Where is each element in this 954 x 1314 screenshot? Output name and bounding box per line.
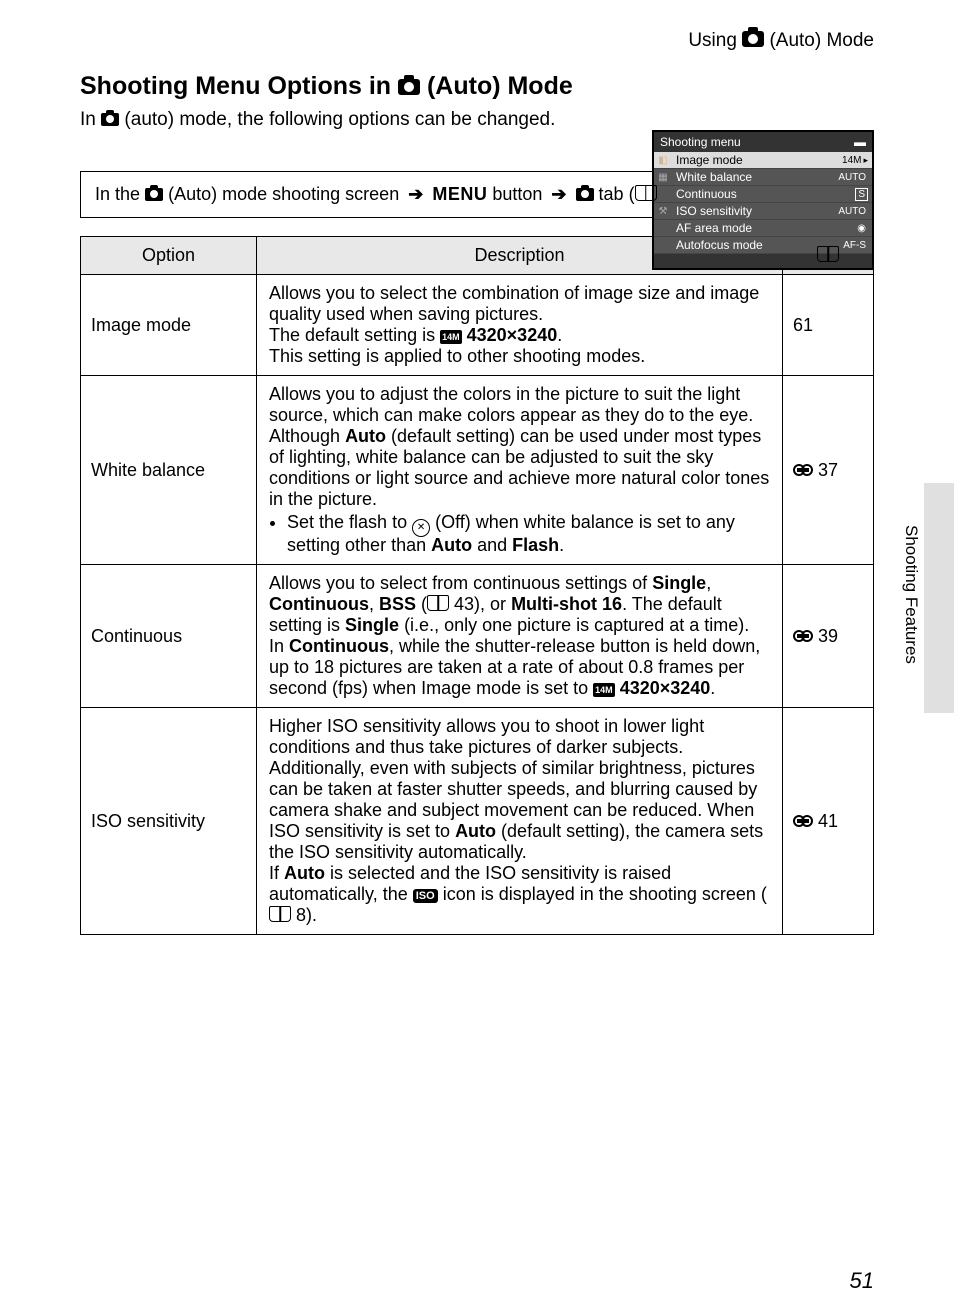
option-desc: Allows you to adjust the colors in the p… bbox=[257, 376, 783, 565]
camera-icon bbox=[576, 188, 594, 201]
table-row: Continuous Allows you to select from con… bbox=[81, 565, 874, 708]
lcd-row: ▦ White balance AUTO bbox=[654, 169, 872, 186]
iso-icon: ISO bbox=[413, 889, 438, 903]
table-row: ISO sensitivity Higher ISO sensitivity a… bbox=[81, 708, 874, 935]
option-ref: 41 bbox=[783, 708, 874, 935]
reference-link-icon bbox=[793, 464, 813, 476]
running-header: Using (Auto) Mode bbox=[80, 30, 874, 52]
option-name: White balance bbox=[81, 376, 257, 565]
menu-button-label: MENU bbox=[432, 184, 487, 204]
option-desc: Allows you to select the combination of … bbox=[257, 275, 783, 376]
option-desc: Allows you to select from continuous set… bbox=[257, 565, 783, 708]
option-name: Continuous bbox=[81, 565, 257, 708]
col-option: Option bbox=[81, 237, 257, 275]
reference-link-icon bbox=[793, 815, 813, 827]
camera-icon bbox=[145, 188, 163, 201]
lcd-row: Continuous S bbox=[654, 186, 872, 203]
setup-tab-icon: ⚒ bbox=[654, 206, 672, 217]
intro-text: In (auto) mode, the following options ca… bbox=[80, 109, 560, 131]
option-ref: 61 bbox=[783, 275, 874, 376]
reference-link-icon bbox=[793, 630, 813, 642]
arrow-right-icon: ➔ bbox=[408, 184, 423, 205]
page-ref-icon bbox=[427, 595, 449, 611]
lcd-row: ⚒ ISO sensitivity AUTO bbox=[654, 203, 872, 220]
image-mode-icon: 14M bbox=[440, 330, 462, 344]
lcd-row: AF area mode ◉ bbox=[654, 220, 872, 237]
table-row: Image mode Allows you to select the comb… bbox=[81, 275, 874, 376]
arrow-right-icon: ➔ bbox=[551, 184, 566, 205]
battery-icon: ▬ bbox=[854, 135, 866, 149]
flash-off-icon: ✕ bbox=[412, 519, 430, 537]
page-ref-icon bbox=[817, 246, 839, 262]
lcd-row: Autofocus mode AF-S bbox=[654, 237, 872, 254]
camera-icon bbox=[398, 79, 420, 95]
page-ref-icon bbox=[269, 906, 291, 922]
option-name: ISO sensitivity bbox=[81, 708, 257, 935]
movie-tab-icon: ▦ bbox=[654, 172, 672, 183]
lcd-row: ◧ Image mode 14M ▸ bbox=[654, 152, 872, 169]
lcd-screenshot: Shooting menu ▬ ◧ Image mode 14M ▸ ▦ Whi… bbox=[652, 130, 874, 270]
lcd-title: Shooting menu bbox=[660, 135, 741, 149]
option-desc: Higher ISO sensitivity allows you to sho… bbox=[257, 708, 783, 935]
page-number: 51 bbox=[850, 1268, 874, 1294]
image-mode-icon: 14M bbox=[593, 683, 615, 697]
camera-icon bbox=[742, 31, 764, 47]
option-name: Image mode bbox=[81, 275, 257, 376]
page-title: Shooting Menu Options in (Auto) Mode bbox=[80, 72, 874, 101]
table-row: White balance Allows you to adjust the c… bbox=[81, 376, 874, 565]
camera-icon bbox=[101, 113, 119, 126]
page-ref-icon bbox=[635, 185, 657, 201]
options-table: Option Description Image mode Allows you… bbox=[80, 236, 874, 935]
camera-tab-icon: ◧ bbox=[654, 155, 672, 166]
option-ref: 37 bbox=[783, 376, 874, 565]
option-ref: 39 bbox=[783, 565, 874, 708]
